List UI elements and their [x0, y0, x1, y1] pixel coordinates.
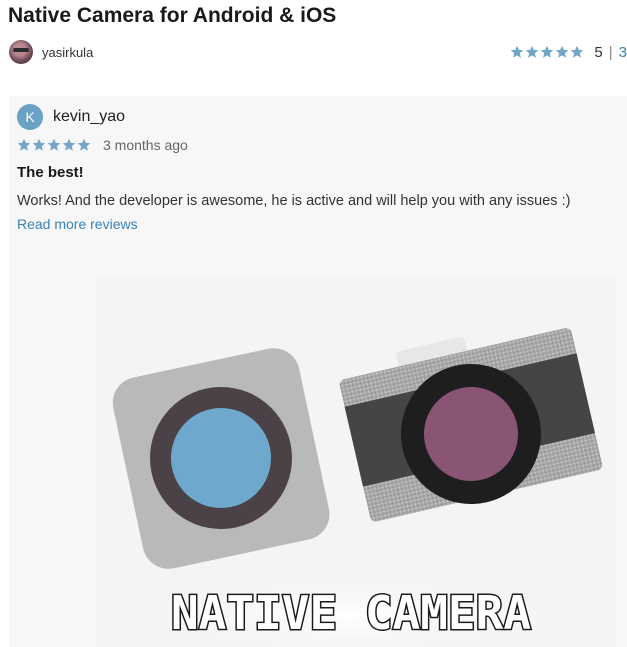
reviewer-avatar: K: [17, 104, 43, 130]
page-title: Native Camera for Android & iOS: [8, 4, 337, 27]
star-icon: [556, 45, 569, 58]
review-title: The best!: [17, 164, 84, 181]
front-camera-icon: [112, 348, 330, 569]
author[interactable]: yasirkula: [9, 40, 93, 64]
review-date: 3 months ago: [103, 137, 188, 153]
rating-separator: |: [608, 43, 613, 61]
rating-summary[interactable]: 5 | 3: [510, 40, 627, 64]
star-icon: [571, 45, 584, 58]
review-body: Works! And the developer is awesome, he …: [17, 193, 571, 209]
star-icon: [47, 138, 61, 151]
read-more-reviews-link[interactable]: Read more reviews: [17, 216, 138, 232]
promo-artwork: NATIVE CAMERA: [112, 328, 603, 647]
rating-count-link[interactable]: 3: [619, 44, 627, 61]
star-icon: [17, 138, 31, 151]
star-icon: [511, 45, 524, 58]
back-camera-icon: [339, 328, 603, 522]
rating-stars: [510, 45, 584, 59]
star-icon: [32, 138, 46, 151]
promo-caption: NATIVE CAMERA: [171, 586, 531, 640]
promo-image: NATIVE CAMERA: [96, 277, 615, 647]
author-name[interactable]: yasirkula: [42, 45, 93, 60]
review-stars: [17, 138, 91, 152]
reviewer-name: kevin_yao: [53, 108, 126, 125]
reviewer: K kevin_yao: [17, 104, 125, 130]
review-meta: 3 months ago: [17, 137, 188, 153]
star-icon: [541, 45, 554, 58]
star-icon: [526, 45, 539, 58]
author-avatar[interactable]: [9, 40, 33, 64]
star-icon: [62, 138, 76, 151]
star-icon: [77, 138, 91, 151]
rating-value: 5: [594, 43, 603, 61]
review-panel: K kevin_yao 3 months ago The best! Works…: [9, 96, 627, 647]
